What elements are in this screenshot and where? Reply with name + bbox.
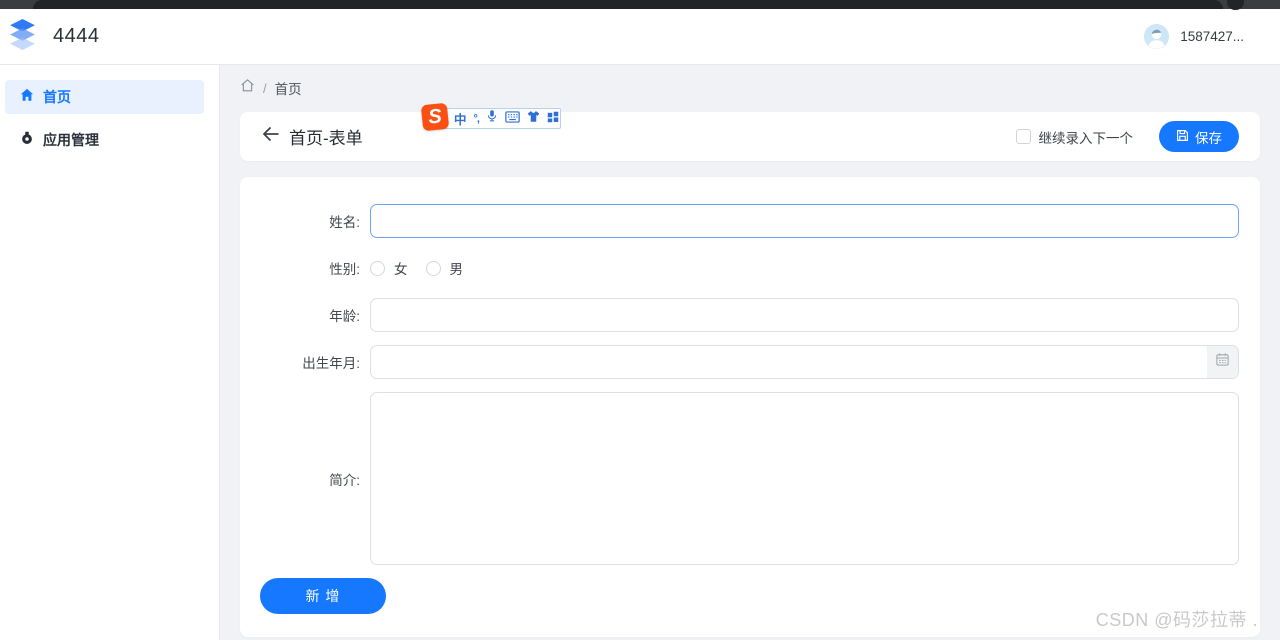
keyboard-icon[interactable] xyxy=(505,110,520,128)
breadcrumb-separator: / xyxy=(263,80,267,96)
back-button[interactable] xyxy=(261,125,280,148)
save-button-label: 保存 xyxy=(1195,130,1222,146)
form-title: 首页-表单 xyxy=(289,129,363,148)
app-header: 4444 1587427... xyxy=(0,9,1280,65)
intro-label: 简介: xyxy=(329,472,360,488)
ime-chinese-mode-icon[interactable]: 中 xyxy=(454,109,467,128)
calendar-icon xyxy=(1215,352,1230,372)
add-button[interactable]: 新 增 xyxy=(260,578,386,614)
birthdate-input[interactable] xyxy=(370,345,1239,379)
form-row-name: 姓名: xyxy=(260,204,1239,238)
intro-textarea[interactable] xyxy=(370,392,1239,565)
watermark-text: CSDN @码莎拉蒂 . xyxy=(1095,610,1258,630)
browser-titlebar xyxy=(0,0,1280,10)
page-root: 4444 1587427... 首页 应用管理 / 首页 首页-表单 继续录入下… xyxy=(0,0,1280,640)
home-icon xyxy=(20,88,34,107)
name-label: 姓名: xyxy=(329,215,360,230)
layers-logo-icon xyxy=(8,18,37,55)
gender-radio-female[interactable] xyxy=(370,260,385,276)
arrow-left-icon xyxy=(261,125,280,148)
app-title: 4444 xyxy=(53,25,100,47)
gender-label: 性别: xyxy=(329,262,360,277)
breadcrumb: / 首页 xyxy=(240,78,302,98)
ime-punctuation-icon[interactable]: °, xyxy=(474,113,481,125)
ime-toolbar[interactable]: S 中 °, xyxy=(420,102,561,132)
form-row-gender: 性别: 女 男 xyxy=(260,251,1239,285)
sidebar-item-app-management[interactable]: 应用管理 xyxy=(5,123,204,157)
age-input[interactable] xyxy=(370,298,1239,332)
breadcrumb-current[interactable]: 首页 xyxy=(275,78,302,98)
form-row-birthdate: 出生年月: xyxy=(260,345,1239,379)
app-logo[interactable] xyxy=(8,18,37,55)
username-text: 1587427... xyxy=(1180,29,1244,44)
content-area: / 首页 首页-表单 继续录入下一个 保存 姓名: 性别: 女 男 年龄: 出生… xyxy=(220,65,1280,640)
header-user-area[interactable]: 1587427... xyxy=(1144,24,1244,49)
browser-tabstrip xyxy=(33,0,1223,9)
form-card: 姓名: 性别: 女 男 年龄: 出生年月: 简介: 新 增 xyxy=(240,177,1260,637)
form-row-intro: 简介: xyxy=(260,392,1239,565)
ime-logo-icon[interactable]: S xyxy=(420,102,450,132)
gender-option-female-label[interactable]: 女 xyxy=(394,258,408,278)
age-label: 年龄: xyxy=(329,309,360,324)
birthdate-calendar-button[interactable] xyxy=(1207,346,1238,378)
sidebar-item-label: 首页 xyxy=(43,89,71,105)
breadcrumb-home-icon[interactable] xyxy=(240,78,255,98)
sidebar-item-label: 应用管理 xyxy=(43,132,99,148)
toolbox-icon[interactable] xyxy=(547,110,559,128)
user-avatar[interactable] xyxy=(1144,24,1170,49)
browser-titlebar-notch xyxy=(1227,0,1244,10)
name-input[interactable] xyxy=(370,204,1239,238)
gender-option-male-label[interactable]: 男 xyxy=(450,258,464,278)
continue-entry-label[interactable]: 继续录入下一个 xyxy=(1039,127,1134,147)
sidebar: 首页 应用管理 xyxy=(0,65,220,640)
app-management-icon xyxy=(20,131,34,150)
save-button[interactable]: 保存 xyxy=(1159,121,1239,152)
sidebar-item-home[interactable]: 首页 xyxy=(5,80,204,114)
gender-radio-male[interactable] xyxy=(425,260,441,276)
form-header-card: 首页-表单 继续录入下一个 保存 xyxy=(240,112,1260,161)
skin-icon[interactable] xyxy=(527,110,540,128)
microphone-icon[interactable] xyxy=(486,109,498,128)
continue-entry-checkbox[interactable] xyxy=(1015,129,1031,144)
birthdate-label: 出生年月: xyxy=(302,356,360,371)
form-row-age: 年龄: xyxy=(260,298,1239,332)
save-icon xyxy=(1176,129,1189,145)
